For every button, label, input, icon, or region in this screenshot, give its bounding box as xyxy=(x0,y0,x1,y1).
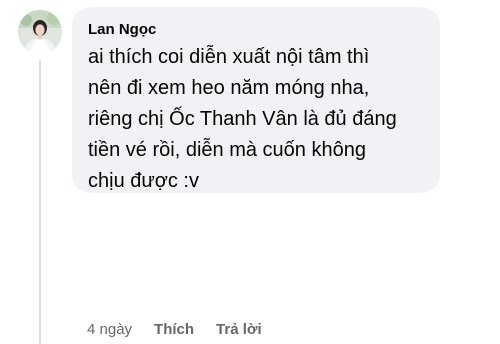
comment-bubble: Lan Ngọc ai thích coi diễn xuất nội tâm … xyxy=(72,7,440,193)
comment-author[interactable]: Lan Ngọc xyxy=(88,20,426,40)
comment-actions: 4 ngày Thích Trả lời xyxy=(87,318,262,340)
comment-page: Lan Ngọc ai thích coi diễn xuất nội tâm … xyxy=(0,0,500,344)
comment-timestamp[interactable]: 4 ngày xyxy=(87,321,132,338)
comment-text: ai thích coi diễn xuất nội tâm thì nên đ… xyxy=(88,46,397,192)
thread-line xyxy=(39,60,41,344)
like-button[interactable]: Thích xyxy=(154,321,194,338)
reply-button[interactable]: Trả lời xyxy=(216,321,262,338)
avatar-photo-icon xyxy=(18,10,62,54)
avatar[interactable] xyxy=(18,10,62,54)
